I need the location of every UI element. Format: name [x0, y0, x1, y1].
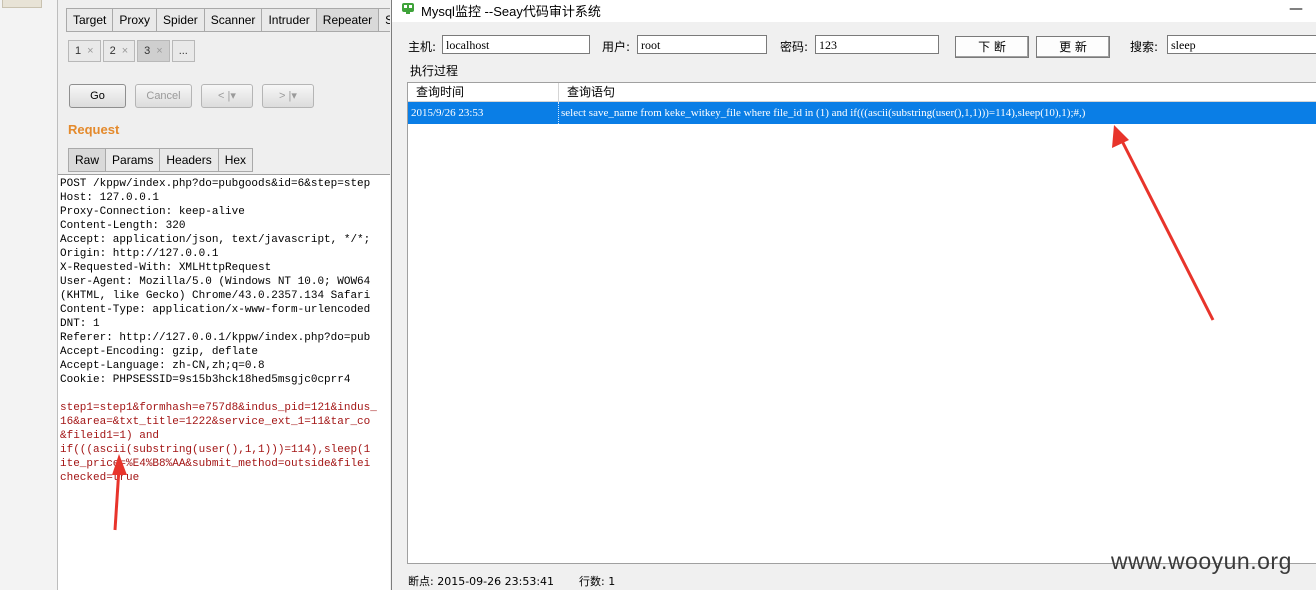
repeater-tab-3[interactable]: 3 × — [137, 40, 170, 62]
tab-proxy[interactable]: Proxy — [112, 8, 158, 32]
query-list[interactable]: 查询时间 查询语句 2015/9/26 23:53 select save_na… — [407, 82, 1316, 564]
cancel-button[interactable]: Cancel — [135, 84, 192, 108]
column-header-time[interactable]: 查询时间 — [408, 83, 559, 101]
request-body-line: &fileid1=1) and — [60, 430, 160, 442]
request-line: (KHTML, like Gecko) Chrome/43.0.2357.134… — [60, 290, 371, 302]
request-line: X-Requested-With: XMLHttpRequest — [60, 262, 272, 274]
go-button[interactable]: Go — [69, 84, 126, 108]
tab-label: 3 — [144, 45, 151, 57]
table-row[interactable]: 2015/9/26 23:53 select save_name from ke… — [408, 102, 1316, 124]
request-line: Origin: http://127.0.0.1 — [60, 248, 219, 260]
user-field[interactable]: root — [637, 35, 767, 54]
row-time: 2015/9/26 23:53 — [411, 107, 484, 119]
request-line: User-Agent: Mozilla/5.0 (Windows NT 10.0… — [60, 276, 371, 288]
request-body-line: checked=true — [60, 472, 140, 484]
tab-hex[interactable]: Hex — [217, 148, 254, 172]
tab-spider[interactable]: Spider — [156, 8, 205, 32]
back-button[interactable]: < |▾ — [201, 84, 253, 108]
burp-top-tabs: Target Proxy Spider Scanner Intruder Rep… — [66, 8, 390, 32]
user-label: 用户: — [602, 40, 631, 54]
list-header: 查询时间 查询语句 — [408, 83, 1316, 102]
host-label: 主机: — [408, 40, 437, 54]
request-body-line: 16&area=&txt_title=1222&service_ext_1=11… — [60, 416, 371, 428]
repeater-tab-1[interactable]: 1 × — [68, 40, 101, 62]
tab-label: 2 — [109, 45, 116, 57]
chevron-down-icon: |▾ — [227, 90, 236, 102]
status-row-count: 行数: 1 — [579, 575, 616, 588]
taskbar-fragment — [2, 0, 42, 8]
row-query: select save_name from keke_witkey_file w… — [561, 107, 1086, 119]
tab-repeater[interactable]: Repeater — [315, 8, 380, 32]
password-field[interactable]: 123 — [815, 35, 939, 54]
request-line: Host: 127.0.0.1 — [60, 192, 160, 204]
request-title: Request — [68, 122, 120, 137]
request-line: Accept-Encoding: gzip, deflate — [60, 346, 259, 358]
password-label: 密码: — [780, 40, 809, 54]
close-icon[interactable]: × — [87, 41, 93, 61]
request-line: POST /kppw/index.php?do=pubgoods&id=6&st… — [60, 178, 371, 190]
search-input[interactable]: sleep — [1167, 35, 1316, 54]
repeater-tab-more[interactable]: ... — [171, 40, 195, 62]
status-breakpoint: 断点: 2015-09-26 23:53:41 — [408, 575, 555, 588]
host-field[interactable]: localhost — [442, 35, 590, 54]
repeater-number-tabs: 1 × 2 × 3 × ... — [68, 40, 197, 62]
mysql-monitor-window: Mysql监控 --Seay代码审计系统 — 主机: localhost 用户:… — [391, 0, 1316, 590]
tab-raw[interactable]: Raw — [68, 148, 107, 172]
tab-scanner[interactable]: Scanner — [203, 8, 263, 32]
request-line: Accept: application/json, text/javascrip… — [60, 234, 371, 246]
tab-label: 1 — [75, 45, 82, 57]
tab-headers[interactable]: Headers — [159, 148, 219, 172]
title-bar[interactable]: Mysql监控 --Seay代码审计系统 — — [392, 0, 1316, 22]
close-icon[interactable]: × — [122, 41, 128, 61]
tab-sequencer[interactable]: S — [378, 8, 390, 32]
execution-group-label: 执行过程 — [410, 64, 459, 78]
status-bar: 断点: 2015-09-26 23:53:41 行数: 1 — [408, 573, 615, 589]
request-line: Content-Type: application/x-www-form-url… — [60, 304, 371, 316]
request-line: Cookie: PHPSESSID=9s15b3hck18hed5msgjc0c… — [60, 374, 351, 386]
window-title: Mysql监控 --Seay代码审计系统 — [421, 4, 601, 19]
search-label: 搜索: — [1130, 40, 1159, 54]
request-line: DNT: 1 — [60, 318, 100, 330]
tab-params[interactable]: Params — [105, 148, 161, 172]
request-line: Content-Length: 320 — [60, 220, 186, 232]
request-body-line: ite_price=%E4%B8%AA&submit_method=outsid… — [60, 458, 371, 470]
tab-label: ... — [178, 45, 188, 57]
chevron-left-icon: < — [218, 90, 225, 102]
raw-request-editor[interactable]: POST /kppw/index.php?do=pubgoods&id=6&st… — [58, 174, 390, 590]
request-line: Accept-Language: zh-CN,zh;q=0.8 — [60, 360, 265, 372]
request-text: POST /kppw/index.php?do=pubgoods&id=6&st… — [58, 175, 390, 487]
column-header-query[interactable]: 查询语句 — [559, 83, 1316, 101]
tab-target[interactable]: Target — [66, 8, 114, 32]
chevron-down-icon: |▾ — [288, 90, 297, 102]
tab-intruder[interactable]: Intruder — [261, 8, 317, 32]
break-button[interactable]: 下 断 — [955, 36, 1029, 58]
request-sub-tabs: Raw Params Headers Hex — [68, 148, 254, 172]
chevron-right-icon: > — [279, 90, 286, 102]
request-body-line: if(((ascii(substring(user(),1,1)))=114),… — [60, 444, 371, 456]
forward-button[interactable]: > |▾ — [262, 84, 314, 108]
close-icon[interactable]: × — [156, 41, 162, 61]
repeater-tab-2[interactable]: 2 × — [102, 40, 136, 62]
left-window-strip — [0, 0, 58, 590]
watermark-text: www.wooyun.org — [1111, 548, 1292, 574]
request-line: Referer: http://127.0.0.1/kppw/index.php… — [60, 332, 371, 344]
request-body-line: step1=step1&formhash=e757d8&indus_pid=12… — [60, 402, 377, 414]
app-icon — [402, 3, 414, 14]
column-divider — [558, 102, 559, 124]
request-line: Proxy-Connection: keep-alive — [60, 206, 245, 218]
update-button[interactable]: 更 新 — [1036, 36, 1110, 58]
minimize-button[interactable]: — — [1289, 1, 1303, 17]
burp-repeater-panel: Target Proxy Spider Scanner Intruder Rep… — [58, 0, 390, 590]
